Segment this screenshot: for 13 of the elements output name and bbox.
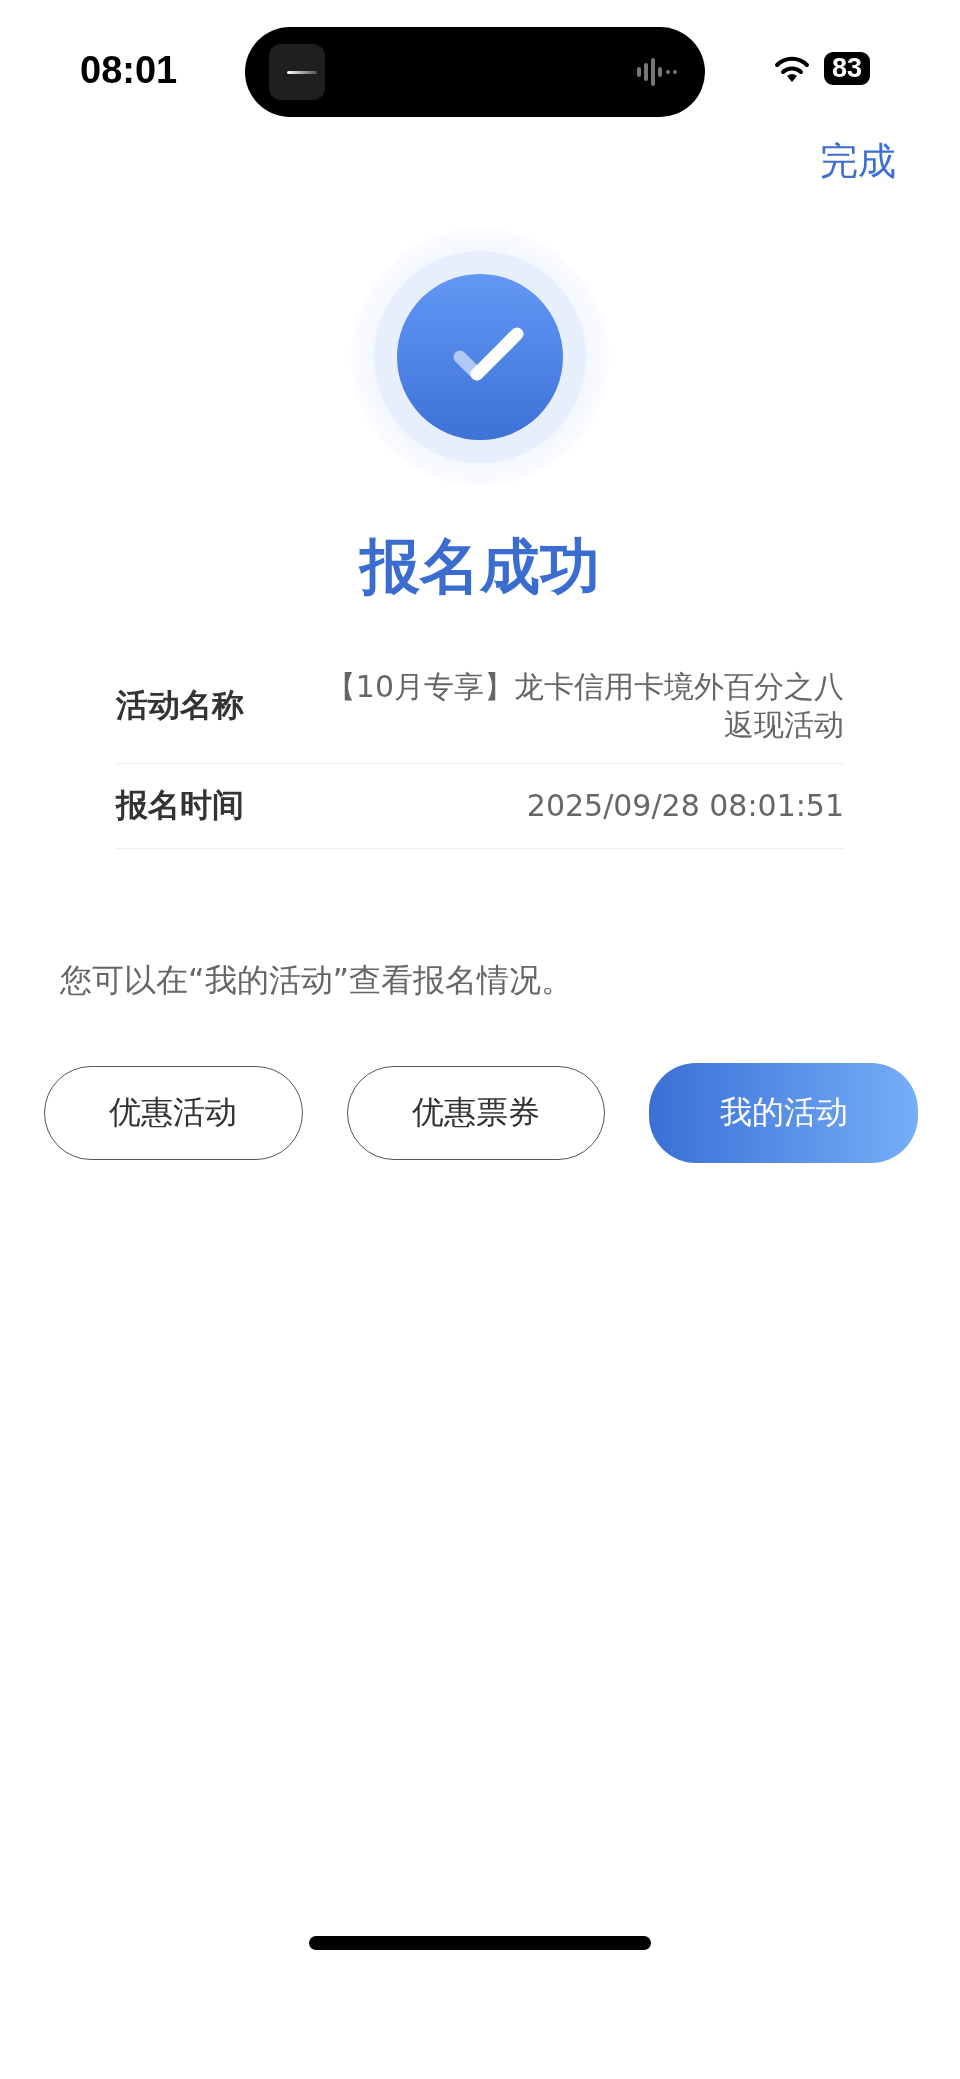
wifi-icon <box>773 54 810 83</box>
media-thumbnail-icon <box>269 44 325 100</box>
action-button[interactable]: 优惠票券 <box>346 1066 606 1160</box>
detail-label: 报名时间 <box>116 785 244 826</box>
hint-text: 您可以在“我的活动”查看报名情况。 <box>60 960 575 1001</box>
detail-value: 【10月专享】龙卡信用卡境外百分之八返现活动 <box>324 668 844 743</box>
action-button[interactable]: 优惠活动 <box>44 1066 303 1160</box>
detail-label: 活动名称 <box>116 684 244 726</box>
success-title: 报名成功 <box>360 530 600 603</box>
done-button[interactable]: 完成 <box>820 136 896 187</box>
battery-icon: 83 <box>823 52 870 85</box>
detail-value: 2025/09/28 08:01:51 <box>526 787 844 825</box>
status-time: 08:01 <box>80 48 179 92</box>
